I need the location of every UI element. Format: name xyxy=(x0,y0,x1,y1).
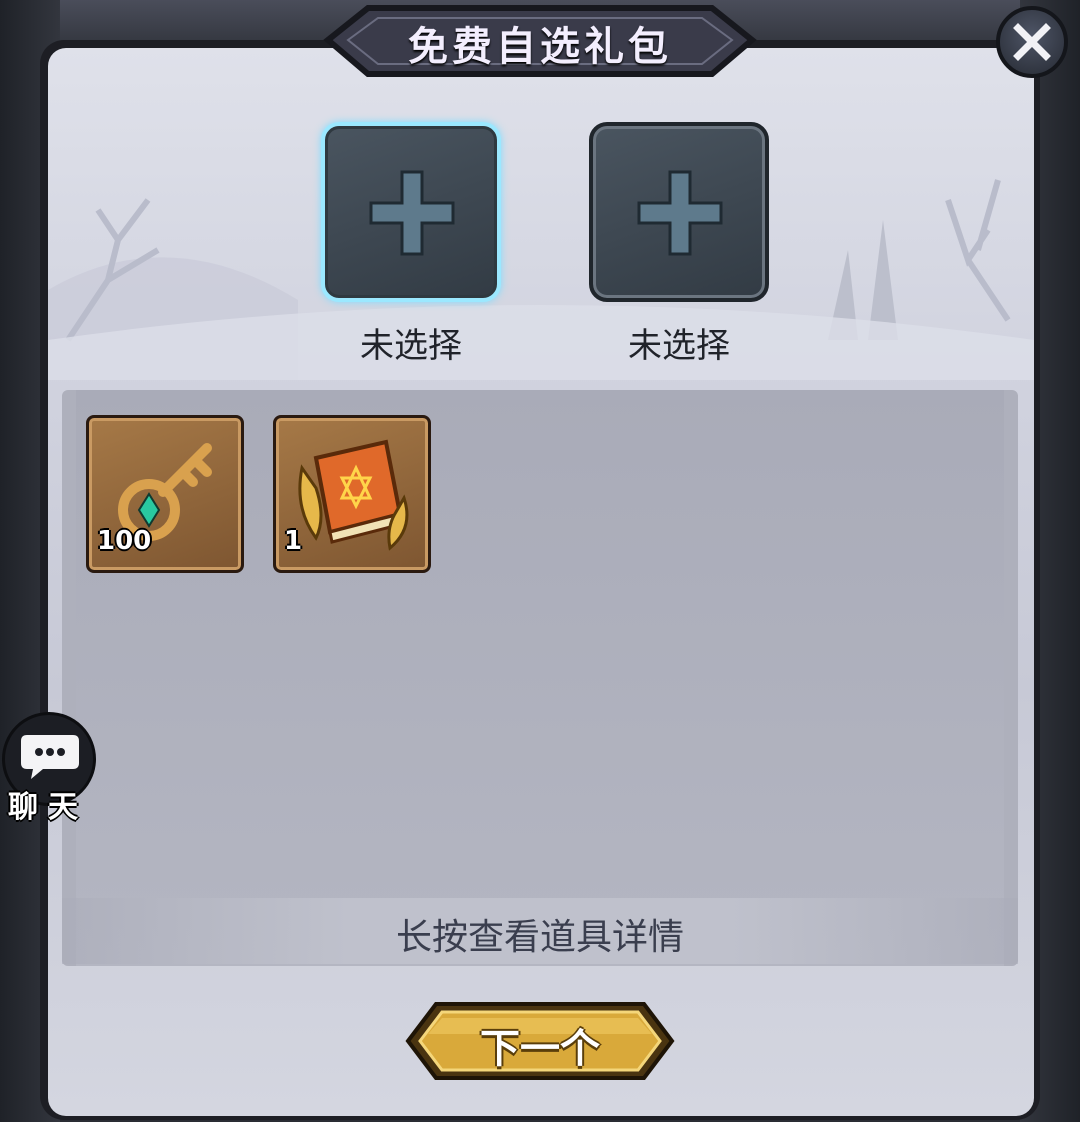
dialog-title: 免费自选礼包 xyxy=(408,23,672,70)
close-icon xyxy=(1013,23,1051,61)
plus-icon xyxy=(637,170,723,256)
item-count: 1 xyxy=(284,526,303,556)
plus-icon xyxy=(369,170,455,256)
reward-slot-2-label: 未选择 xyxy=(628,326,730,366)
spellbook-icon xyxy=(298,439,409,551)
reward-slot-1[interactable] xyxy=(321,122,501,302)
chat-label: 聊天 xyxy=(8,790,88,825)
close-button[interactable] xyxy=(996,6,1068,78)
item-count: 100 xyxy=(97,526,152,556)
item-spellbook[interactable]: 1 xyxy=(273,415,431,573)
reward-slot-2[interactable] xyxy=(589,122,769,302)
hint-text: 长按查看道具详情 xyxy=(395,917,684,958)
next-button-label[interactable]: 下一个 xyxy=(404,1016,676,1074)
chat-bubble-icon xyxy=(21,735,79,779)
decorative-scenery xyxy=(48,179,1034,380)
item-key[interactable]: 100 xyxy=(86,415,244,573)
reward-slot-1-label: 未选择 xyxy=(360,326,462,366)
